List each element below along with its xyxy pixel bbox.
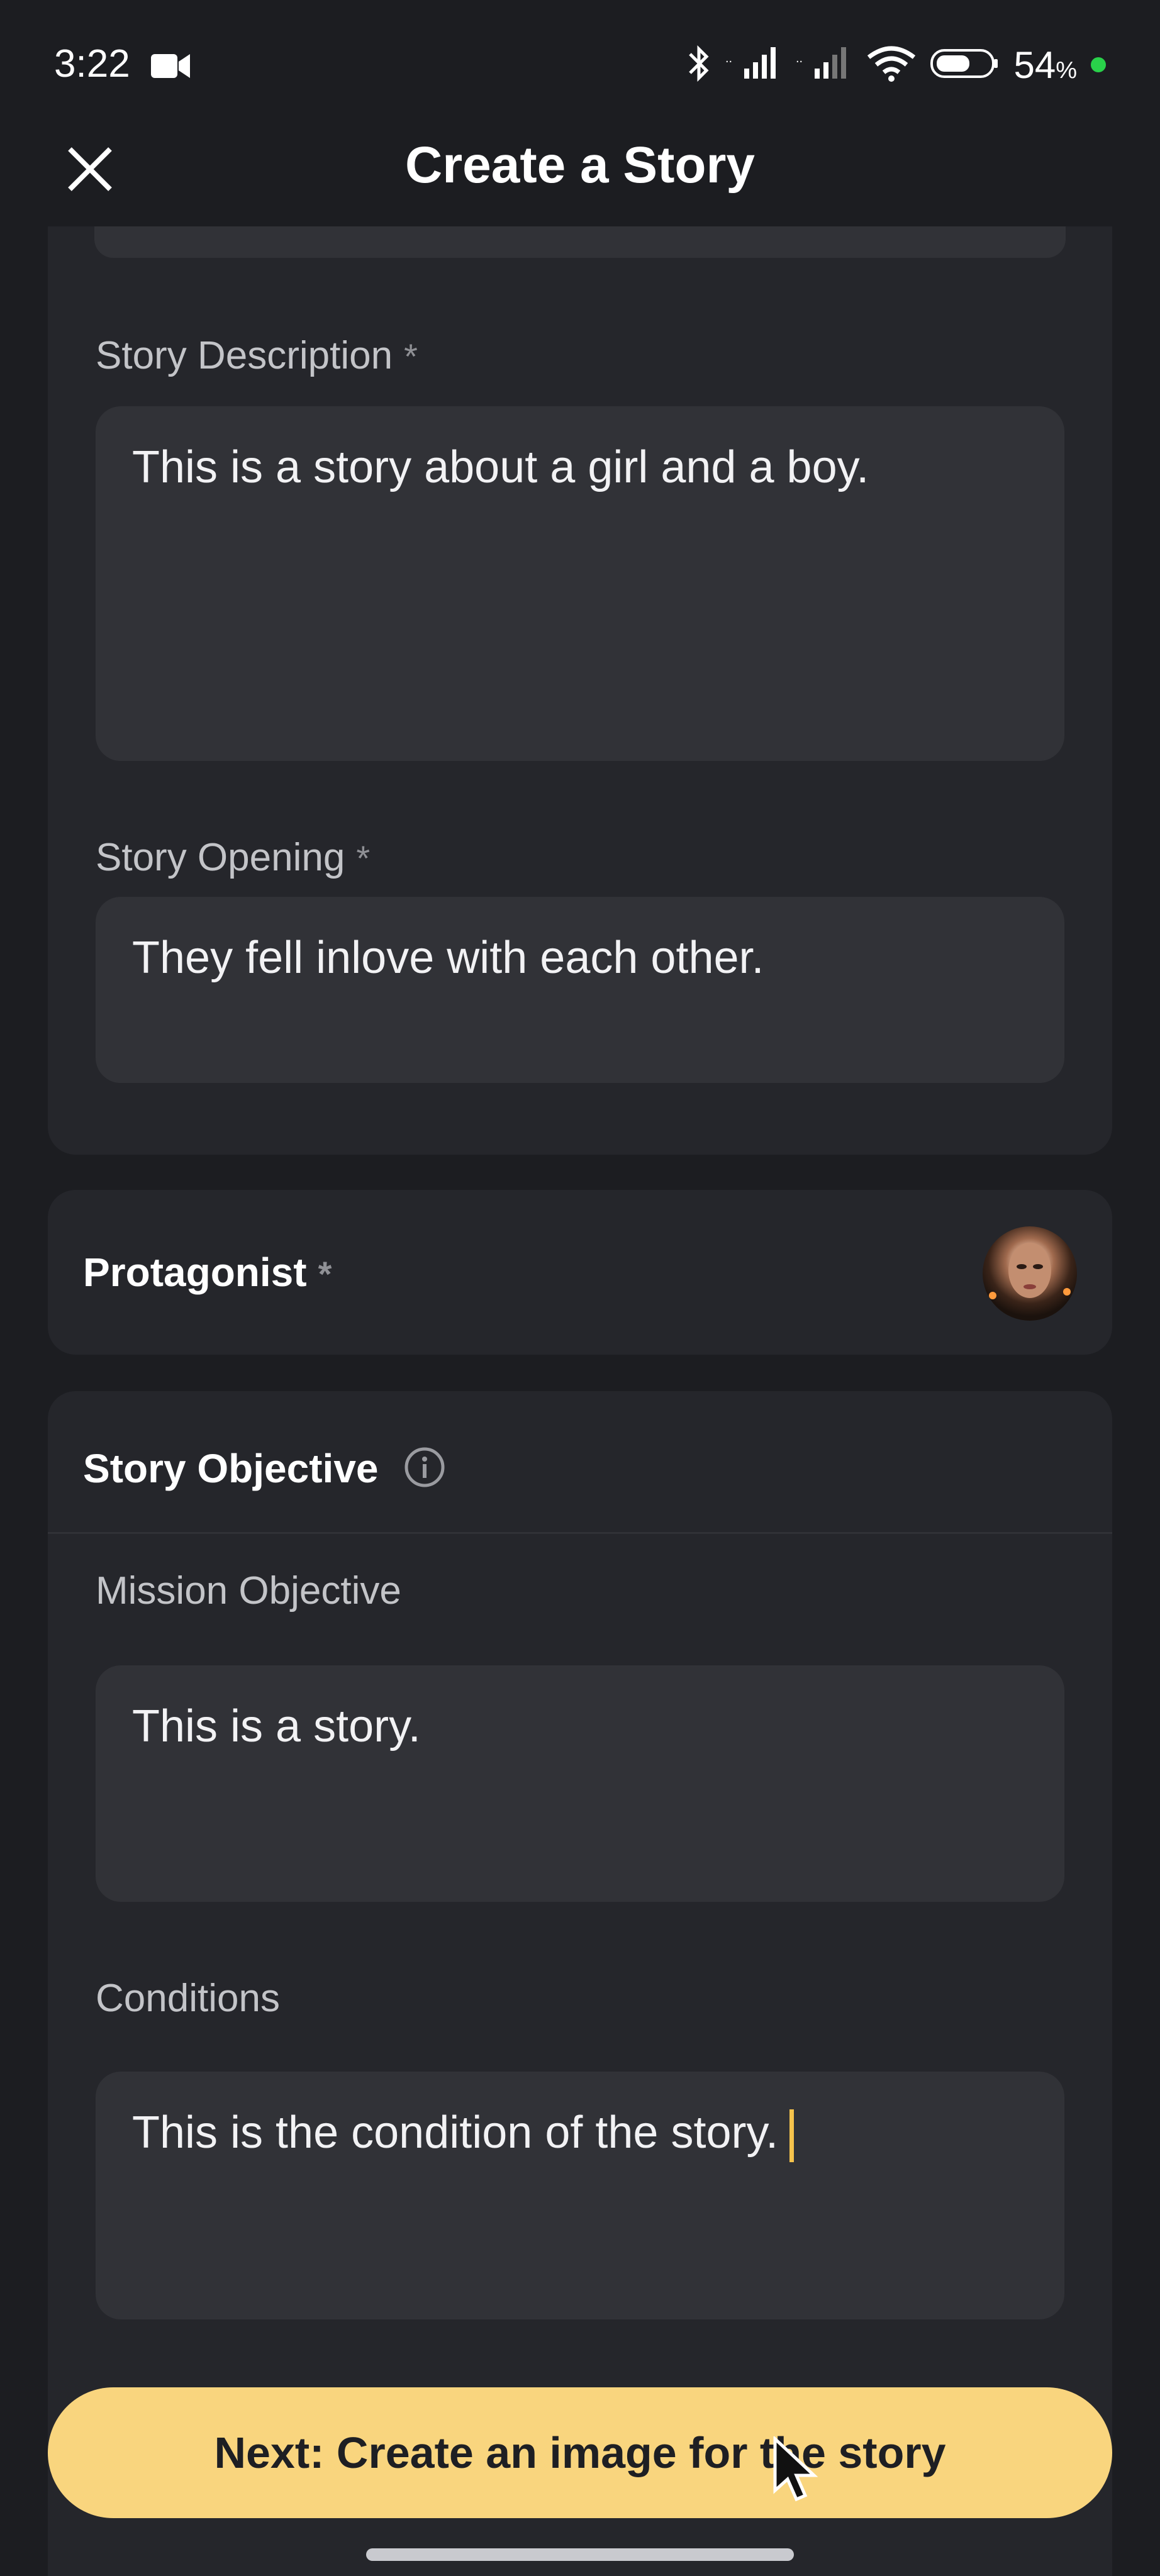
status-icons: .. .. 54% xyxy=(686,42,1106,88)
conditions-label: Conditions xyxy=(96,1977,280,2020)
previous-field-bottom xyxy=(94,226,1066,258)
text-cursor xyxy=(789,2109,795,2162)
mouse-pointer-icon xyxy=(771,2435,822,2509)
info-icon[interactable] xyxy=(403,1445,447,1492)
story-opening-input[interactable]: They fell inlove with each other. xyxy=(96,897,1064,1083)
protagonist-label: Protagonist * xyxy=(83,1250,332,1295)
conditions-input[interactable]: This is the condition of the story. xyxy=(96,2072,1064,2319)
divider xyxy=(48,1532,1112,1534)
story-description-input[interactable]: This is a story about a girl and a boy. xyxy=(96,406,1064,761)
status-time: 3:22 xyxy=(54,42,130,86)
signal-strength-2-icon: .. xyxy=(796,46,852,84)
video-camera-icon xyxy=(151,52,191,84)
svg-text:..: .. xyxy=(796,52,803,65)
mission-objective-input[interactable]: This is a story. xyxy=(96,1665,1064,1902)
conditions-value: This is the condition of the story. xyxy=(132,2107,795,2162)
battery-percent: 54% xyxy=(1013,43,1077,86)
story-objective-title: Story Objective xyxy=(83,1446,379,1491)
mission-objective-value: This is a story. xyxy=(132,1701,421,1752)
page-title: Create a Story xyxy=(404,136,756,194)
bluetooth-icon xyxy=(686,43,711,87)
wifi-icon xyxy=(866,45,917,86)
battery-icon xyxy=(930,48,1000,82)
story-description-label: Story Description * xyxy=(96,334,418,377)
protagonist-avatar[interactable] xyxy=(983,1226,1077,1321)
signal-strength-icon: .. xyxy=(725,46,782,84)
story-opening-label: Story Opening * xyxy=(96,836,371,879)
charging-indicator xyxy=(1091,57,1106,72)
story-description-value: This is a story about a girl and a boy. xyxy=(132,442,869,492)
mission-objective-label: Mission Objective xyxy=(96,1569,401,1613)
home-indicator[interactable] xyxy=(366,2548,794,2561)
svg-text:..: .. xyxy=(725,52,732,65)
next-button[interactable]: Next: Create an image for the story xyxy=(48,2387,1112,2518)
story-opening-value: They fell inlove with each other. xyxy=(132,933,764,983)
